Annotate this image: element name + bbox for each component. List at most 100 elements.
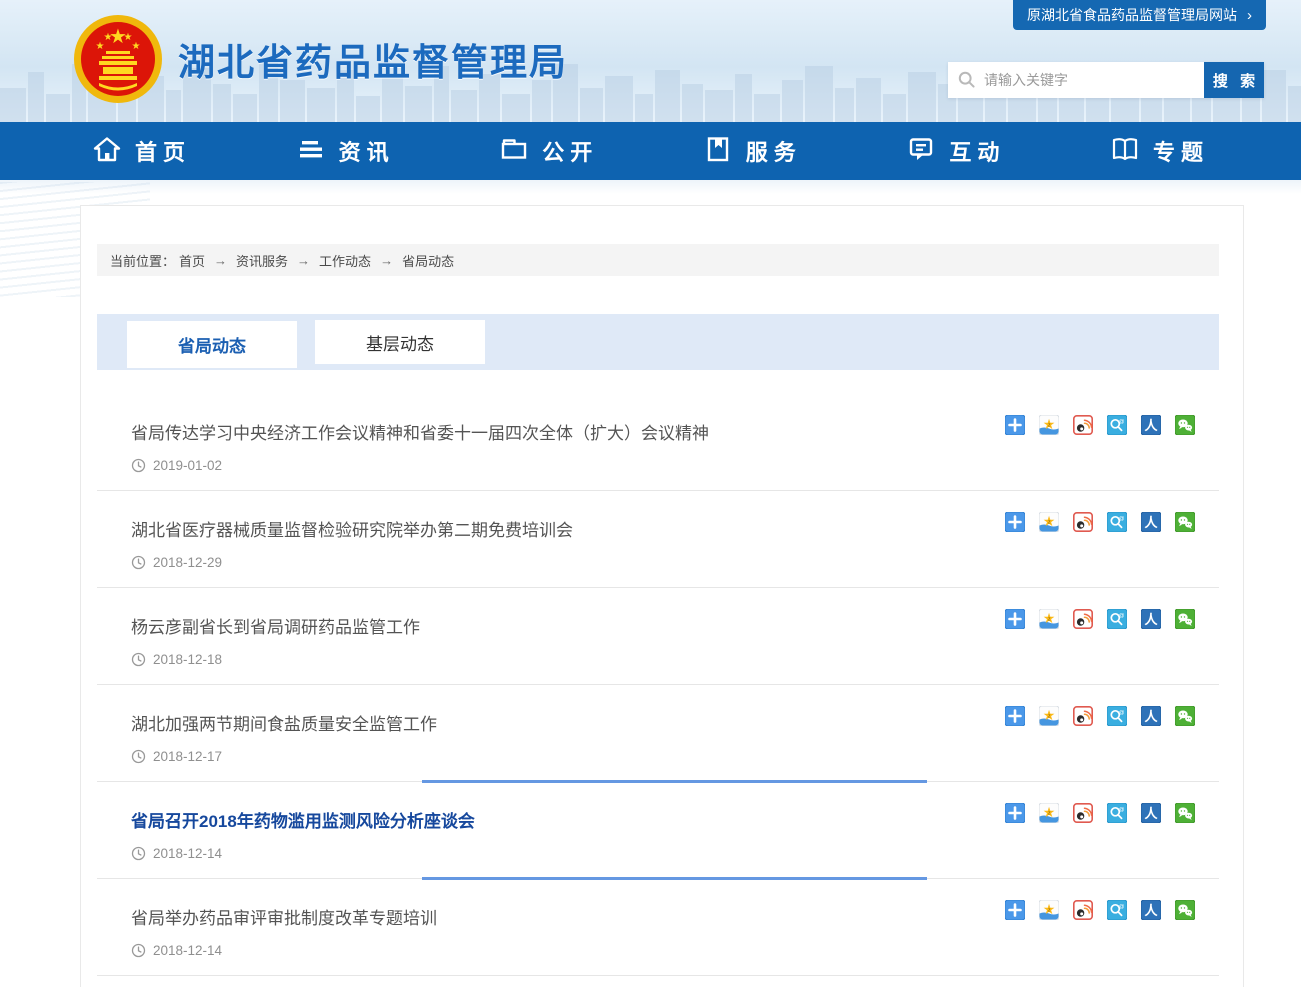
news-date: 2018-12-17 <box>131 749 1219 764</box>
news-title-link[interactable]: 省局举办药品审评审批制度改革专题培训 <box>131 909 437 928</box>
tencent-weibo-icon[interactable]: @ <box>1107 900 1127 920</box>
site-title: 湖北省药品监督管理局 <box>178 32 568 86</box>
breadcrumb-arrow: → <box>214 253 227 268</box>
share-plus-icon[interactable] <box>1005 415 1025 435</box>
sina-weibo-icon[interactable] <box>1073 803 1093 823</box>
qzone-icon[interactable]: ★z <box>1039 900 1059 920</box>
sina-weibo-icon[interactable] <box>1073 706 1093 726</box>
share-plus-icon[interactable] <box>1005 803 1025 823</box>
svg-text:人: 人 <box>1144 515 1158 530</box>
wechat-icon[interactable] <box>1175 706 1195 726</box>
breadcrumb-label: 当前位置： <box>110 251 175 270</box>
sina-weibo-icon[interactable] <box>1073 512 1093 532</box>
main-nav: 首页 资讯 公开 服务 互动 专题 <box>0 122 1301 180</box>
breadcrumb-home[interactable]: 首页 <box>179 251 205 270</box>
renren-icon[interactable]: 人 <box>1141 512 1161 532</box>
breadcrumb-news-service[interactable]: 资讯服务 <box>236 251 288 270</box>
news-date: 2018-12-14 <box>131 943 1219 958</box>
renren-icon[interactable]: 人 <box>1141 415 1161 435</box>
nav-item-public[interactable]: 公开 <box>499 134 598 169</box>
news-date-text: 2018-12-17 <box>153 749 222 764</box>
tab-bureau-dynamics[interactable]: 省局动态 <box>127 321 297 368</box>
sina-weibo-icon[interactable] <box>1073 609 1093 629</box>
sina-weibo-icon[interactable] <box>1073 900 1093 920</box>
renren-icon[interactable]: 人 <box>1141 803 1161 823</box>
news-title-link[interactable]: 省局传达学习中央经济工作会议精神和省委十一届四次全体（扩大）会议精神 <box>131 424 709 443</box>
wechat-icon[interactable] <box>1175 803 1195 823</box>
old-site-link-label: 原湖北省食品药品监督管理局网站 <box>1027 5 1237 25</box>
svg-text:@: @ <box>1119 613 1125 619</box>
wechat-icon[interactable] <box>1175 415 1195 435</box>
svg-text:@: @ <box>1119 710 1125 716</box>
news-lines-icon <box>296 134 326 169</box>
old-site-link[interactable]: 原湖北省食品药品监督管理局网站 › <box>1013 0 1266 30</box>
sina-weibo-icon[interactable] <box>1073 415 1093 435</box>
share-icons: ★z @ 人 <box>1005 900 1195 920</box>
open-book-icon <box>1110 134 1140 169</box>
tab-strip: 省局动态 基层动态 <box>97 314 1219 370</box>
news-date: 2019-01-02 <box>131 458 1219 473</box>
breadcrumb-arrow: → <box>380 253 393 268</box>
nav-item-label: 首页 <box>135 135 191 167</box>
clock-icon <box>131 749 146 764</box>
share-plus-icon[interactable] <box>1005 706 1025 726</box>
renren-icon[interactable]: 人 <box>1141 900 1161 920</box>
nav-item-label: 服务 <box>746 135 802 167</box>
content-card: 当前位置： 首页 → 资讯服务 → 工作动态 → 省局动态 省局动态 基层动态 … <box>80 205 1244 987</box>
news-title-link[interactable]: 省局召开2018年药物滥用监测风险分析座谈会 <box>131 812 475 831</box>
search-button[interactable]: 搜 索 <box>1204 62 1264 98</box>
news-list: 省局传达学习中央经济工作会议精神和省委十一届四次全体（扩大）会议精神 2019-… <box>97 394 1219 976</box>
news-title-link[interactable]: 湖北加强两节期间食盐质量安全监管工作 <box>131 715 437 734</box>
share-icons: ★z @ 人 <box>1005 512 1195 532</box>
tencent-weibo-icon[interactable]: @ <box>1107 609 1127 629</box>
nav-fade-decoration <box>0 180 1301 194</box>
book-bookmark-icon <box>703 134 733 169</box>
tencent-weibo-icon[interactable]: @ <box>1107 706 1127 726</box>
news-title-link[interactable]: 杨云彦副省长到省局调研药品监管工作 <box>131 618 420 637</box>
chevron-right-icon: › <box>1247 8 1252 23</box>
breadcrumb: 当前位置： 首页 → 资讯服务 → 工作动态 → 省局动态 <box>97 244 1219 276</box>
renren-icon[interactable]: 人 <box>1141 609 1161 629</box>
share-icons: ★z @ 人 <box>1005 609 1195 629</box>
nav-item-news[interactable]: 资讯 <box>296 134 395 169</box>
clock-icon <box>131 846 146 861</box>
home-icon <box>92 134 122 169</box>
nav-item-home[interactable]: 首页 <box>92 134 191 169</box>
qzone-icon[interactable]: ★z <box>1039 415 1059 435</box>
site-header: ★ ★ ★ ★ ★ 湖北省药品监督管理局 原湖北省食品药品监督管理局网站 › 搜… <box>0 0 1301 122</box>
search-input[interactable] <box>948 62 1204 98</box>
news-date: 2018-12-18 <box>131 652 1219 667</box>
share-plus-icon[interactable] <box>1005 900 1025 920</box>
news-date-text: 2019-01-02 <box>153 458 222 473</box>
share-icons: ★z @ 人 <box>1005 415 1195 435</box>
breadcrumb-arrow: → <box>297 253 310 268</box>
clock-icon <box>131 652 146 667</box>
tencent-weibo-icon[interactable]: @ <box>1107 803 1127 823</box>
svg-text:人: 人 <box>1144 806 1158 821</box>
tencent-weibo-icon[interactable]: @ <box>1107 512 1127 532</box>
tab-grassroots-dynamics[interactable]: 基层动态 <box>315 320 485 364</box>
qzone-icon[interactable]: ★z <box>1039 803 1059 823</box>
qzone-icon[interactable]: ★z <box>1039 512 1059 532</box>
news-title-link[interactable]: 湖北省医疗器械质量监督检验研究院举办第二期免费培训会 <box>131 521 573 540</box>
breadcrumb-bureau-dynamics[interactable]: 省局动态 <box>402 251 454 270</box>
share-icons: ★z @ 人 <box>1005 803 1195 823</box>
share-plus-icon[interactable] <box>1005 609 1025 629</box>
nav-item-interaction[interactable]: 互动 <box>906 134 1005 169</box>
wechat-icon[interactable] <box>1175 900 1195 920</box>
nav-item-topics[interactable]: 专题 <box>1110 134 1209 169</box>
qzone-icon[interactable]: ★z <box>1039 706 1059 726</box>
renren-icon[interactable]: 人 <box>1141 706 1161 726</box>
svg-text:★: ★ <box>104 32 113 43</box>
wechat-icon[interactable] <box>1175 512 1195 532</box>
tencent-weibo-icon[interactable]: @ <box>1107 415 1127 435</box>
breadcrumb-work-dynamics[interactable]: 工作动态 <box>319 251 371 270</box>
news-row: 省局举办药品审评审批制度改革专题培训 2018-12-14 ★z @ 人 <box>97 879 1219 976</box>
search-bar: 搜 索 <box>948 62 1264 98</box>
share-icons: ★z @ 人 <box>1005 706 1195 726</box>
wechat-icon[interactable] <box>1175 609 1195 629</box>
share-plus-icon[interactable] <box>1005 512 1025 532</box>
nav-item-label: 专题 <box>1153 135 1209 167</box>
nav-item-services[interactable]: 服务 <box>703 134 802 169</box>
qzone-icon[interactable]: ★z <box>1039 609 1059 629</box>
